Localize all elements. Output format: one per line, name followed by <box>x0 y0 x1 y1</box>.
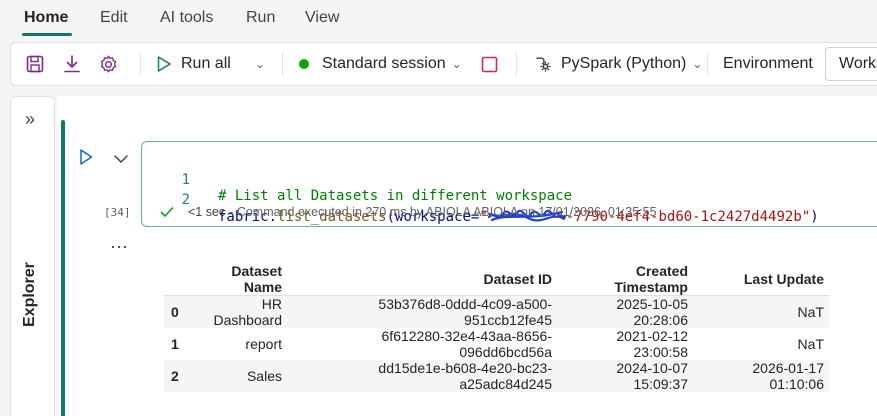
settings-button[interactable] <box>98 43 119 85</box>
environment-label: Environment <box>723 55 813 72</box>
column-header: Dataset Name <box>231 263 282 295</box>
table-cell: 2021-02-12 23:00:58 <box>616 328 688 360</box>
table-cell: 2024-10-07 15:09:37 <box>616 360 688 392</box>
menu-bar: Home Edit AI tools Run View <box>0 0 877 40</box>
tab-run[interactable]: Run <box>246 9 275 27</box>
session-label: Standard session <box>322 55 446 72</box>
table-cell: dd15de1e-b608-4e20-bc23-a25adc84d245 <box>378 360 552 392</box>
column-header <box>164 263 192 296</box>
chevron-down-icon: ⌄ <box>692 57 703 71</box>
play-icon <box>157 56 171 72</box>
workspace-label: Works <box>839 55 877 72</box>
language-dropdown[interactable]: PySpark (Python) ⌄ <box>533 43 702 85</box>
run-all-button[interactable]: Run all <box>156 43 231 85</box>
toolbar-separator <box>707 53 708 75</box>
save-icon <box>26 55 44 73</box>
toolbar-separator <box>140 53 141 75</box>
environment-button[interactable]: Environment <box>723 43 813 85</box>
active-cell-indicator <box>61 120 65 416</box>
column-header: Created Timestamp <box>614 263 688 295</box>
session-status-dot <box>299 59 309 69</box>
stop-icon <box>481 56 498 72</box>
toolbar-separator <box>516 53 517 75</box>
table-cell: NaT <box>797 336 824 352</box>
table-row: 0 HR Dashboard 53b376d8-0ddd-4c09-a500-9… <box>164 295 830 328</box>
explorer-rail: » Explorer <box>10 96 55 416</box>
expand-explorer-icon[interactable]: » <box>25 109 35 130</box>
table-row: 1 report 6f612280-32e4-43aa-8656-096dd6b… <box>164 328 830 360</box>
more-options-icon[interactable]: ⋯ <box>110 237 129 258</box>
tab-ai-tools[interactable]: AI tools <box>160 9 213 27</box>
table-cell: HR Dashboard <box>213 296 283 328</box>
tab-view[interactable]: View <box>305 9 339 27</box>
download-icon <box>64 55 80 73</box>
column-header: Last Update <box>743 271 824 287</box>
tab-home[interactable]: Home <box>24 9 68 27</box>
code-line: 1 # List all Datasets in different works… <box>142 156 572 204</box>
table-cell: 53b376d8-0ddd-4c09-a500-951ccb12fe45 <box>378 296 552 328</box>
output-table: Dataset Name Dataset ID Created Timestam… <box>164 263 830 392</box>
session-dropdown[interactable]: Standard session ⌄ <box>299 43 462 85</box>
execution-count: [34] <box>104 206 131 219</box>
table-cell: report <box>245 336 282 352</box>
chevron-down-icon: ⌄ <box>451 57 462 71</box>
status-duration: <1 sec <box>188 205 226 219</box>
table-cell: 2026-01-17 01:10:06 <box>752 360 824 392</box>
toolbar-separator <box>282 53 283 75</box>
row-index: 1 <box>171 336 179 352</box>
code-close-paren: ) <box>810 209 819 225</box>
table-cell: Sales <box>246 368 282 384</box>
status-text: - Command executed in 270 ms by ABIOLA A… <box>229 205 657 219</box>
play-icon <box>80 149 93 165</box>
download-button[interactable] <box>62 43 82 85</box>
tab-edit[interactable]: Edit <box>100 9 128 27</box>
code-line: 2 fabric.list_datasets(workspace=" -7790-… <box>142 176 819 225</box>
language-gear-icon <box>536 57 551 72</box>
row-index: 0 <box>171 304 179 320</box>
chevron-down-icon: ⌄ <box>255 57 266 71</box>
row-index: 2 <box>171 368 179 384</box>
table-cell: NaT <box>797 304 824 320</box>
collapse-cell-button[interactable] <box>113 152 129 164</box>
active-tab-indicator <box>22 33 72 36</box>
gear-icon <box>100 55 117 73</box>
stop-session-button[interactable] <box>481 43 498 85</box>
toolbar: Run all ⌄ Standard session ⌄ PySpark (Py… <box>10 42 877 86</box>
workspace-dropdown[interactable]: Works <box>825 47 877 81</box>
table-header-row: Dataset Name Dataset ID Created Timestam… <box>164 263 830 296</box>
cell-status: <1 sec - Command executed in 270 ms by A… <box>160 205 657 219</box>
table-row: 2 Sales dd15de1e-b608-4e20-bc23-a25adc84… <box>164 360 830 392</box>
language-label: PySpark (Python) <box>561 55 687 72</box>
explorer-label[interactable]: Explorer <box>21 262 39 327</box>
run-cell-button[interactable] <box>78 148 94 166</box>
checkmark-icon <box>160 207 174 217</box>
column-header: Dataset ID <box>483 271 552 287</box>
run-all-label: Run all <box>181 55 231 72</box>
chevron-down-icon <box>114 155 128 163</box>
line-number: 1 <box>181 172 190 188</box>
table-cell: 2025-10-05 20:28:06 <box>616 296 688 328</box>
code-comment: # List all Datasets in different workspa… <box>218 188 573 204</box>
table-cell: 6f612280-32e4-43aa-8656-096dd6bcd56a <box>381 328 552 360</box>
run-all-dropdown[interactable]: ⌄ <box>249 43 265 85</box>
save-button[interactable] <box>25 43 45 85</box>
